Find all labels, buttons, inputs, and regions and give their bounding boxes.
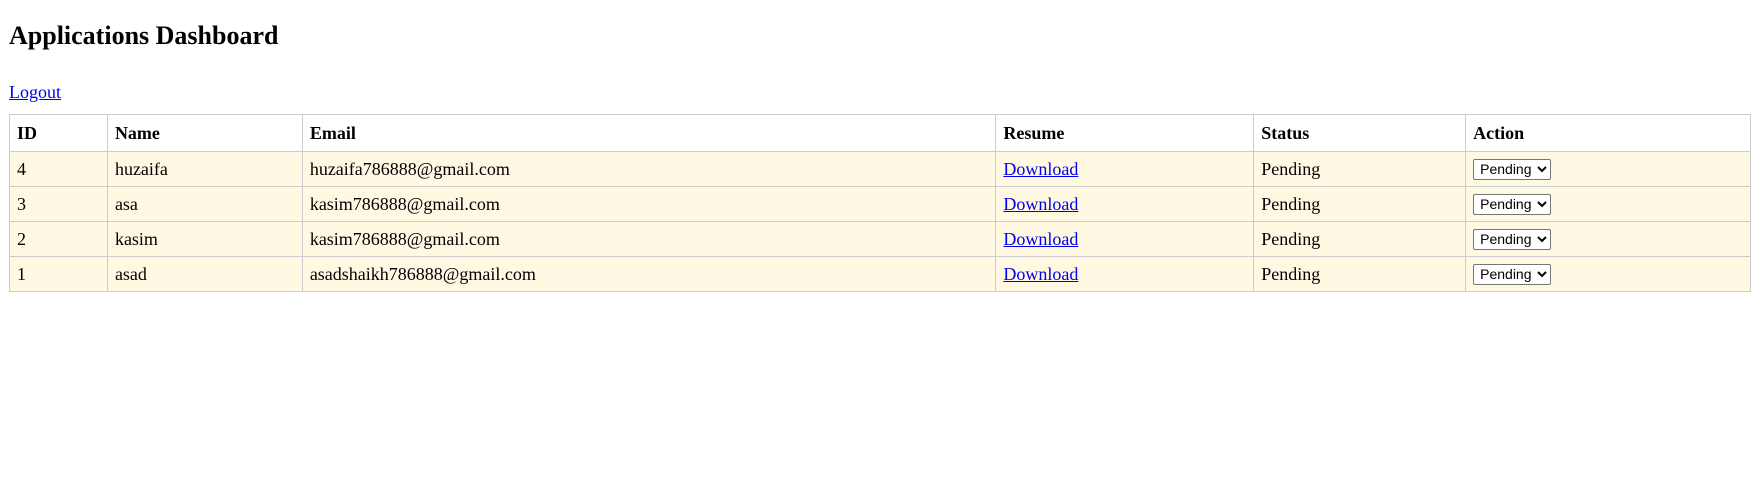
cell-email: kasim786888@gmail.com [301, 221, 997, 257]
table-row: 1 asad asadshaikh786888@gmail.com Downlo… [9, 256, 1751, 292]
cell-action: Pending [1465, 221, 1751, 257]
status-select[interactable]: Pending [1473, 228, 1552, 250]
table-row: 4 huzaifa huzaifa786888@gmail.com Downlo… [9, 151, 1751, 187]
page-title: Applications Dashboard [9, 21, 279, 50]
cell-resume: Download [995, 186, 1255, 222]
column-header-resume: Resume [995, 114, 1255, 152]
cell-email: kasim786888@gmail.com [301, 186, 997, 222]
cell-id: 1 [9, 256, 108, 292]
column-header-email: Email [301, 114, 997, 152]
cell-resume: Download [995, 256, 1255, 292]
table-row: 2 kasim kasim786888@gmail.com Download P… [9, 221, 1751, 257]
cell-email: huzaifa786888@gmail.com [301, 151, 997, 187]
status-select[interactable]: Pending [1473, 263, 1552, 285]
download-resume-link[interactable]: Download [1003, 229, 1078, 249]
cell-id: 2 [9, 221, 108, 257]
download-resume-link[interactable]: Download [1003, 264, 1078, 284]
cell-name: asa [106, 186, 303, 222]
cell-email: asadshaikh786888@gmail.com [301, 256, 997, 292]
cell-id: 4 [9, 151, 108, 187]
table-header-row: ID Name Email Resume Status Action [9, 114, 1751, 152]
column-header-action: Action [1465, 114, 1751, 152]
cell-status: Pending [1253, 186, 1467, 222]
cell-status: Pending [1253, 221, 1467, 257]
logout-link[interactable]: Logout [9, 82, 61, 102]
column-header-name: Name [106, 114, 303, 152]
dashboard-page: Applications Dashboard Logout ID Name Em… [0, 0, 1752, 292]
cell-name: kasim [106, 221, 303, 257]
table-row: 3 asa kasim786888@gmail.com Download Pen… [9, 186, 1751, 222]
cell-resume: Download [995, 151, 1255, 187]
cell-action: Pending [1465, 256, 1751, 292]
column-header-status: Status [1253, 114, 1467, 152]
applications-table: ID Name Email Resume Status Action 4 huz… [9, 114, 1751, 292]
cell-name: asad [106, 256, 303, 292]
column-header-id: ID [9, 114, 108, 152]
cell-resume: Download [995, 221, 1255, 257]
cell-id: 3 [9, 186, 108, 222]
download-resume-link[interactable]: Download [1003, 159, 1078, 179]
logout-row: Logout [9, 79, 1743, 105]
status-select[interactable]: Pending [1473, 193, 1552, 215]
cell-status: Pending [1253, 256, 1467, 292]
cell-name: huzaifa [106, 151, 303, 187]
cell-action: Pending [1465, 186, 1751, 222]
cell-action: Pending [1465, 151, 1751, 187]
download-resume-link[interactable]: Download [1003, 194, 1078, 214]
cell-status: Pending [1253, 151, 1467, 187]
status-select[interactable]: Pending [1473, 158, 1552, 180]
